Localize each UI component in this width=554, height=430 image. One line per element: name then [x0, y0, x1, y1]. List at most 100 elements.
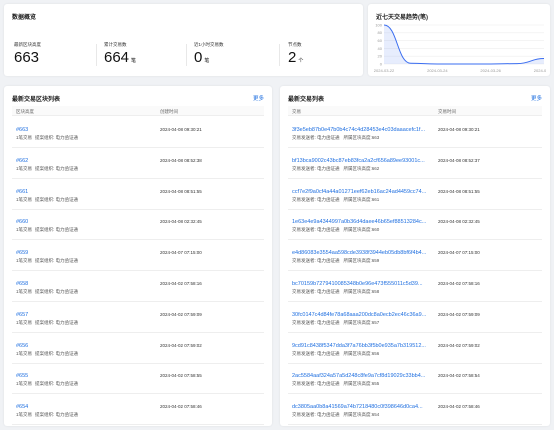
y-tick-label: 60	[378, 38, 383, 43]
tx-hash-link[interactable]: 1e63e4e9a4344997a0b36d4daee46b65ef885132…	[292, 219, 434, 225]
block-tx-count: 1笔交易	[16, 165, 33, 171]
overview-card: 数据概览 最新区块高度 663 累计交易数 664 笔 近1小时交易数 0笔 节点…	[4, 4, 363, 76]
block-proposer-org: 提案组织: 电力函证通	[35, 319, 79, 325]
divider	[96, 44, 97, 66]
tx-hash-link[interactable]: ccf7e2f9a0cf4a44a01271eef62eb16ac24ad445…	[292, 189, 434, 195]
tx-sender: 交易发送者: 电力函证通	[292, 350, 340, 356]
block-list-title: 最新交易区块列表	[12, 97, 61, 103]
tx-hash-link[interactable]: bc70159b7279410085348b0e96e473f555011c5d…	[292, 281, 434, 287]
block-row: #655 1笔交易 提案组织: 电力函证通 2024-04-02 07:58:55	[12, 363, 264, 395]
stat-label: 累计交易数	[104, 42, 127, 47]
block-row: #662 1笔交易 提案组织: 电力函证通 2024-04-08 08:52:38	[12, 148, 264, 179]
tx-sender: 交易发送者: 电力函证通	[292, 381, 340, 387]
col-block-height: 区块高度	[16, 109, 34, 114]
stat-label: 近1小时交易数	[194, 42, 224, 47]
tx-summary: 交易发送者: 电力函证通 所属区块高度:661	[292, 197, 379, 203]
tx-row: 30fc0147c4d84fe78a68aaa200dc8a0ecb2ec46c…	[288, 302, 542, 333]
block-tx-count: 1笔交易	[16, 350, 33, 356]
col-transaction: 交易	[292, 109, 301, 114]
block-summary: 1笔交易 提案组织: 电力函证通	[16, 289, 78, 295]
tx-sender: 交易发送者: 电力函证通	[292, 289, 340, 294]
block-tx-count: 1笔交易	[16, 289, 33, 294]
tx-hash-link[interactable]: 30fc0147c4d84fe78a68aaa200dc8a0ecb2ec46c…	[292, 312, 434, 318]
block-height-link[interactable]: #657	[16, 312, 146, 318]
block-height-link[interactable]: #658	[16, 281, 146, 287]
block-height-link[interactable]: #659	[16, 250, 146, 256]
tx-hash-link[interactable]: 2ac5584aaf324a57a5d248c8fe9a7cf8d19029c3…	[292, 373, 434, 379]
block-created-time: 2024-04-02 07:58:16	[160, 281, 202, 286]
tx-summary: 交易发送者: 电力函证通 所属区块高度:658	[292, 289, 379, 295]
block-height-link[interactable]: #655	[16, 373, 146, 379]
x-tick-label: 2024-03-24	[427, 68, 448, 73]
stat-value: 664 笔	[104, 49, 137, 66]
tx-sender: 交易发送者: 电力函证通	[292, 165, 340, 171]
block-list-more-link[interactable]: 更多	[253, 94, 264, 102]
tx-hash-link[interactable]: 9cd91c8438f5347dda3f7a76bb3f5b0e935a7b31…	[292, 343, 434, 349]
block-proposer-org: 提案组织: 电力函证通	[35, 258, 79, 264]
tx-time: 2024-04-08 08:51:55	[438, 188, 480, 194]
tx-summary: 交易发送者: 电力函证通 所属区块高度:659	[292, 258, 379, 264]
block-tx-count: 1笔交易	[16, 227, 33, 233]
tx-block-height: 所属区块高度:654	[343, 412, 380, 418]
tx-block-height: 所属区块高度:658	[343, 289, 380, 294]
tx-hash-link[interactable]: dc3805aa0b8a41569a74b7218480c0f398646d0c…	[292, 404, 434, 410]
tx-row: ccf7e2f9a0cf4a44a01271eef62eb16ac24ad445…	[288, 179, 542, 210]
tx-hash-link[interactable]: e4d86083e3554aa598cde3938f3944eb05db8bf6…	[292, 250, 434, 256]
block-summary: 1笔交易 提案组织: 电力函证通	[16, 320, 78, 326]
col-tx-time: 交易时间	[438, 109, 456, 114]
block-proposer-org: 提案组织: 电力函证通	[35, 412, 79, 418]
tx-time: 2024-04-02 07:58:16	[438, 281, 480, 286]
block-row: #661 1笔交易 提案组织: 电力函证通 2024-04-08 08:51:55	[12, 179, 264, 210]
block-height-link[interactable]: #662	[16, 158, 146, 164]
block-created-time: 2024-04-02 07:58:46	[160, 404, 202, 410]
tx-hash-link[interactable]: 3f3e5eb87b0e47b0b4c74c4d28453e4c03daaace…	[292, 127, 434, 133]
tx-list-card: 最新交易列表 更多 交易 交易时间 3f3e5eb87b0e47b0b4c74c…	[280, 86, 550, 426]
tx-row: bc70159b7279410085348b0e96e473f555011c5d…	[288, 271, 542, 302]
overview-title: 数据概览	[12, 15, 37, 21]
y-tick-label: 40	[378, 46, 383, 51]
tx-hash-link[interactable]: bf13bca9002c43bc87eb83fca2a2cf656a89ee93…	[292, 158, 434, 164]
tx-block-height: 所属区块高度:661	[343, 196, 380, 202]
tx-list-more-link[interactable]: 更多	[531, 94, 542, 102]
trend-card: 近七天交易趋势(笔) 100 80 60 40 20 0 2024-03-22 2024-03…	[368, 4, 550, 76]
block-summary: 1笔交易 提案组织: 电力函证通	[16, 227, 78, 233]
col-created-time: 创建时间	[160, 109, 178, 114]
tx-time: 2024-04-08 02:32:45	[438, 219, 480, 225]
tx-list-title: 最新交易列表	[288, 97, 325, 103]
tx-time: 2024-04-02 07:58:46	[438, 404, 480, 410]
y-tick-label: 80	[378, 30, 383, 35]
tx-sender: 交易发送者: 电力函证通	[292, 258, 340, 264]
tx-time: 2024-04-02 07:58:54	[438, 373, 480, 379]
tx-block-height: 所属区块高度:660	[343, 227, 380, 233]
block-height-link[interactable]: #656	[16, 343, 146, 349]
block-tx-count: 1笔交易	[16, 258, 33, 264]
block-height-link[interactable]: #661	[16, 189, 146, 195]
y-tick-label: 100	[375, 22, 382, 27]
block-height-link[interactable]: #654	[16, 404, 146, 410]
tx-block-height: 所属区块高度:656	[343, 350, 380, 356]
tx-time: 2024-04-08 08:52:37	[438, 157, 480, 163]
block-row: #659 1笔交易 提案组织: 电力函证通 2024-04-07 07:15:00	[12, 240, 264, 272]
stat-value: 663	[14, 49, 40, 66]
block-row: #658 1笔交易 提案组织: 电力函证通 2024-04-02 07:58:16	[12, 271, 264, 302]
tx-summary: 交易发送者: 电力函证通 所属区块高度:662	[292, 166, 379, 172]
x-tick-label: 2024-03-22	[374, 68, 395, 73]
block-list-card: 最新交易区块列表 更多 区块高度 创建时间 #663 1笔交易 提案组织: 电力函证…	[4, 86, 272, 426]
tx-sender: 交易发送者: 电力函证通	[292, 319, 340, 325]
tx-summary: 交易发送者: 电力函证通 所属区块高度:656	[292, 351, 379, 357]
tx-summary: 交易发送者: 电力函证通 所属区块高度:660	[292, 227, 379, 233]
block-tx-count: 1笔交易	[16, 319, 33, 325]
block-tx-count: 1笔交易	[16, 135, 33, 140]
tx-row: 1e63e4e9a4344997a0b36d4daee46b65ef885132…	[288, 209, 542, 241]
block-height-link[interactable]: #660	[16, 219, 146, 225]
block-height-link[interactable]: #663	[16, 127, 146, 133]
block-proposer-org: 提案组织: 电力函证通	[35, 289, 79, 294]
block-summary: 1笔交易 提案组织: 电力函证通	[16, 135, 78, 141]
trend-title: 近七天交易趋势(笔)	[376, 15, 428, 21]
tx-time: 2024-04-07 07:15:00	[438, 250, 480, 256]
series-line	[383, 24, 545, 65]
block-created-time: 2024-04-08 08:51:55	[160, 188, 202, 194]
block-created-time: 2024-04-08 08:52:38	[160, 157, 202, 163]
block-tx-count: 1笔交易	[16, 412, 33, 418]
tx-time: 2024-04-08 09:30:21	[438, 127, 480, 132]
